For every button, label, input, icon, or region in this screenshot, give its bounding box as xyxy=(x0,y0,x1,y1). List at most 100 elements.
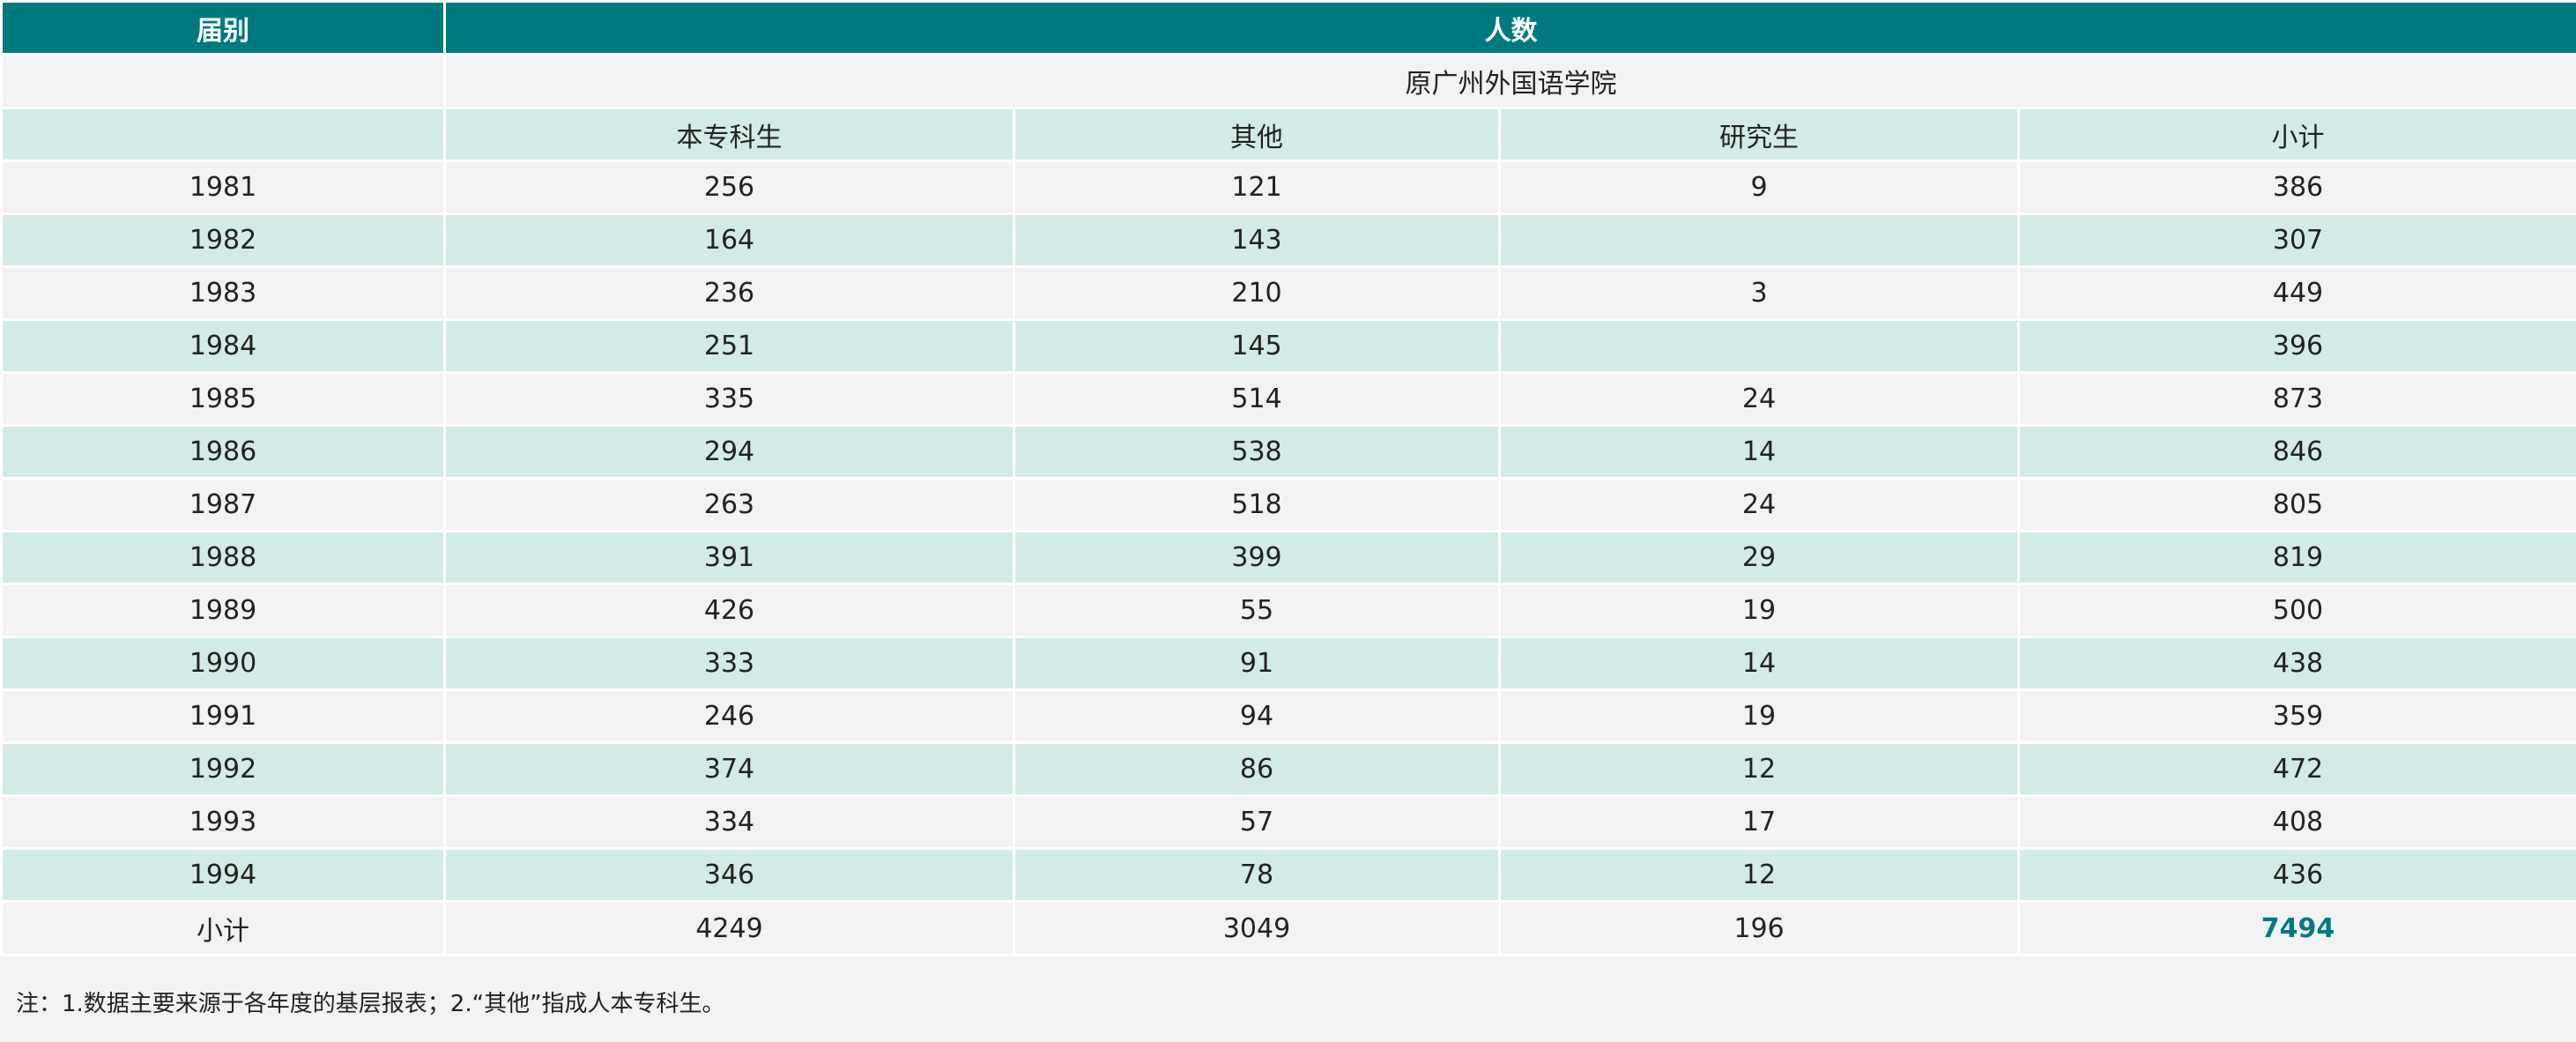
cell-year: 1983 xyxy=(0,265,446,321)
cell-undergrad: 334 xyxy=(443,794,1015,850)
cell-year: 1986 xyxy=(0,424,446,480)
table-row: 1986 294 538 14 846 xyxy=(0,424,2576,480)
cell-year: 1985 xyxy=(0,371,446,427)
subheader-row: 本专科生 其他 研究生 小计 xyxy=(0,107,2576,162)
table-row: 1993 334 57 17 408 xyxy=(0,794,2576,850)
cell-undergrad: 294 xyxy=(443,424,1015,480)
cell-subtotal: 396 xyxy=(2017,318,2576,374)
cell-undergrad: 236 xyxy=(443,265,1015,321)
grand-total: 7494 xyxy=(2017,900,2576,956)
cell-undergrad: 426 xyxy=(443,583,1015,638)
cell-subtotal: 436 xyxy=(2017,847,2576,903)
cell-year: 1982 xyxy=(0,212,446,268)
cell-graduate: 9 xyxy=(1498,160,2020,215)
subheader-graduate: 研究生 xyxy=(1498,107,2020,162)
graduates-table: 届别 人数 原广州外国语学院 本专科生 其他 研究生 小计 1981 256 121… xyxy=(0,0,2576,956)
table-row: 1990 333 91 14 438 xyxy=(0,636,2576,691)
cell-subtotal: 438 xyxy=(2017,636,2576,691)
header-count: 人数 xyxy=(443,0,2576,56)
cell-subtotal: 873 xyxy=(2017,371,2576,427)
cell-other: 94 xyxy=(1013,688,1501,744)
cell-year: 1990 xyxy=(0,636,446,691)
table-row: 1994 346 78 12 436 xyxy=(0,847,2576,903)
cell-other: 57 xyxy=(1013,794,1501,850)
cell-other: 55 xyxy=(1013,583,1501,638)
cell-other: 538 xyxy=(1013,424,1501,480)
school-band-row: 原广州外国语学院 xyxy=(0,53,2576,109)
table-row: 1983 236 210 3 449 xyxy=(0,265,2576,321)
total-other: 3049 xyxy=(1013,900,1501,956)
cell-graduate: 3 xyxy=(1498,265,2020,321)
table-row: 1992 374 86 12 472 xyxy=(0,741,2576,797)
cell-other: 143 xyxy=(1013,212,1501,268)
cell-graduate: 24 xyxy=(1498,477,2020,532)
cell-undergrad: 256 xyxy=(443,160,1015,215)
cell-graduate: 19 xyxy=(1498,583,2020,638)
cell-other: 86 xyxy=(1013,741,1501,797)
cell-other: 91 xyxy=(1013,636,1501,691)
cell-undergrad: 374 xyxy=(443,741,1015,797)
cell-graduate: 12 xyxy=(1498,847,2020,903)
cell-year: 1994 xyxy=(0,847,446,903)
cell-year: 1992 xyxy=(0,741,446,797)
cell-year: 1981 xyxy=(0,160,446,215)
header-term: 届别 xyxy=(0,0,446,56)
total-row: 小计 4249 3049 196 7494 xyxy=(0,900,2576,956)
table-footnote: 注：1.数据主要来源于各年度的基层报表；2.“其他”指成人本专科生。 xyxy=(16,991,725,1017)
cell-year: 1984 xyxy=(0,318,446,374)
cell-year: 1991 xyxy=(0,688,446,744)
table-row: 1981 256 121 9 386 xyxy=(0,160,2576,215)
cell-subtotal: 500 xyxy=(2017,583,2576,638)
cell-other: 210 xyxy=(1013,265,1501,321)
cell-subtotal: 307 xyxy=(2017,212,2576,268)
school-name: 原广州外国语学院 xyxy=(443,53,2576,109)
cell-year: 1993 xyxy=(0,794,446,850)
cell-year: 1989 xyxy=(0,583,446,638)
cell-undergrad: 391 xyxy=(443,530,1015,585)
table-row: 1987 263 518 24 805 xyxy=(0,477,2576,532)
cell-graduate xyxy=(1498,212,2020,268)
cell-graduate: 24 xyxy=(1498,371,2020,427)
graduates-table-panel: 届别 人数 原广州外国语学院 本专科生 其他 研究生 小计 1981 256 121… xyxy=(0,0,2576,1042)
cell-subtotal: 805 xyxy=(2017,477,2576,532)
cell-undergrad: 335 xyxy=(443,371,1015,427)
cell-other: 121 xyxy=(1013,160,1501,215)
cell-undergrad: 263 xyxy=(443,477,1015,532)
school-band-empty xyxy=(0,53,446,109)
cell-subtotal: 472 xyxy=(2017,741,2576,797)
subheader-undergrad: 本专科生 xyxy=(443,107,1015,162)
cell-undergrad: 164 xyxy=(443,212,1015,268)
subheader-other: 其他 xyxy=(1013,107,1501,162)
table-row: 1982 164 143 307 xyxy=(0,212,2576,268)
cell-year: 1987 xyxy=(0,477,446,532)
cell-subtotal: 408 xyxy=(2017,794,2576,850)
table-body: 1981 256 121 9 386 1982 164 143 307 1983 236 210 3 44… xyxy=(0,160,2576,903)
cell-graduate: 17 xyxy=(1498,794,2020,850)
cell-subtotal: 846 xyxy=(2017,424,2576,480)
table-row: 1985 335 514 24 873 xyxy=(0,371,2576,427)
cell-undergrad: 251 xyxy=(443,318,1015,374)
cell-undergrad: 346 xyxy=(443,847,1015,903)
subheader-subtotal: 小计 xyxy=(2017,107,2576,162)
cell-graduate: 14 xyxy=(1498,636,2020,691)
cell-graduate: 14 xyxy=(1498,424,2020,480)
table-row: 1984 251 145 396 xyxy=(0,318,2576,374)
cell-subtotal: 819 xyxy=(2017,530,2576,585)
table-row: 1991 246 94 19 359 xyxy=(0,688,2576,744)
cell-other: 399 xyxy=(1013,530,1501,585)
cell-subtotal: 386 xyxy=(2017,160,2576,215)
total-label: 小计 xyxy=(0,900,446,956)
cell-subtotal: 449 xyxy=(2017,265,2576,321)
total-graduate: 196 xyxy=(1498,900,2020,956)
cell-graduate xyxy=(1498,318,2020,374)
cell-other: 78 xyxy=(1013,847,1501,903)
cell-graduate: 29 xyxy=(1498,530,2020,585)
cell-other: 145 xyxy=(1013,318,1501,374)
table-header-row: 届别 人数 xyxy=(0,0,2576,56)
cell-subtotal: 359 xyxy=(2017,688,2576,744)
cell-other: 518 xyxy=(1013,477,1501,532)
total-undergrad: 4249 xyxy=(443,900,1015,956)
cell-year: 1988 xyxy=(0,530,446,585)
cell-other: 514 xyxy=(1013,371,1501,427)
cell-undergrad: 333 xyxy=(443,636,1015,691)
